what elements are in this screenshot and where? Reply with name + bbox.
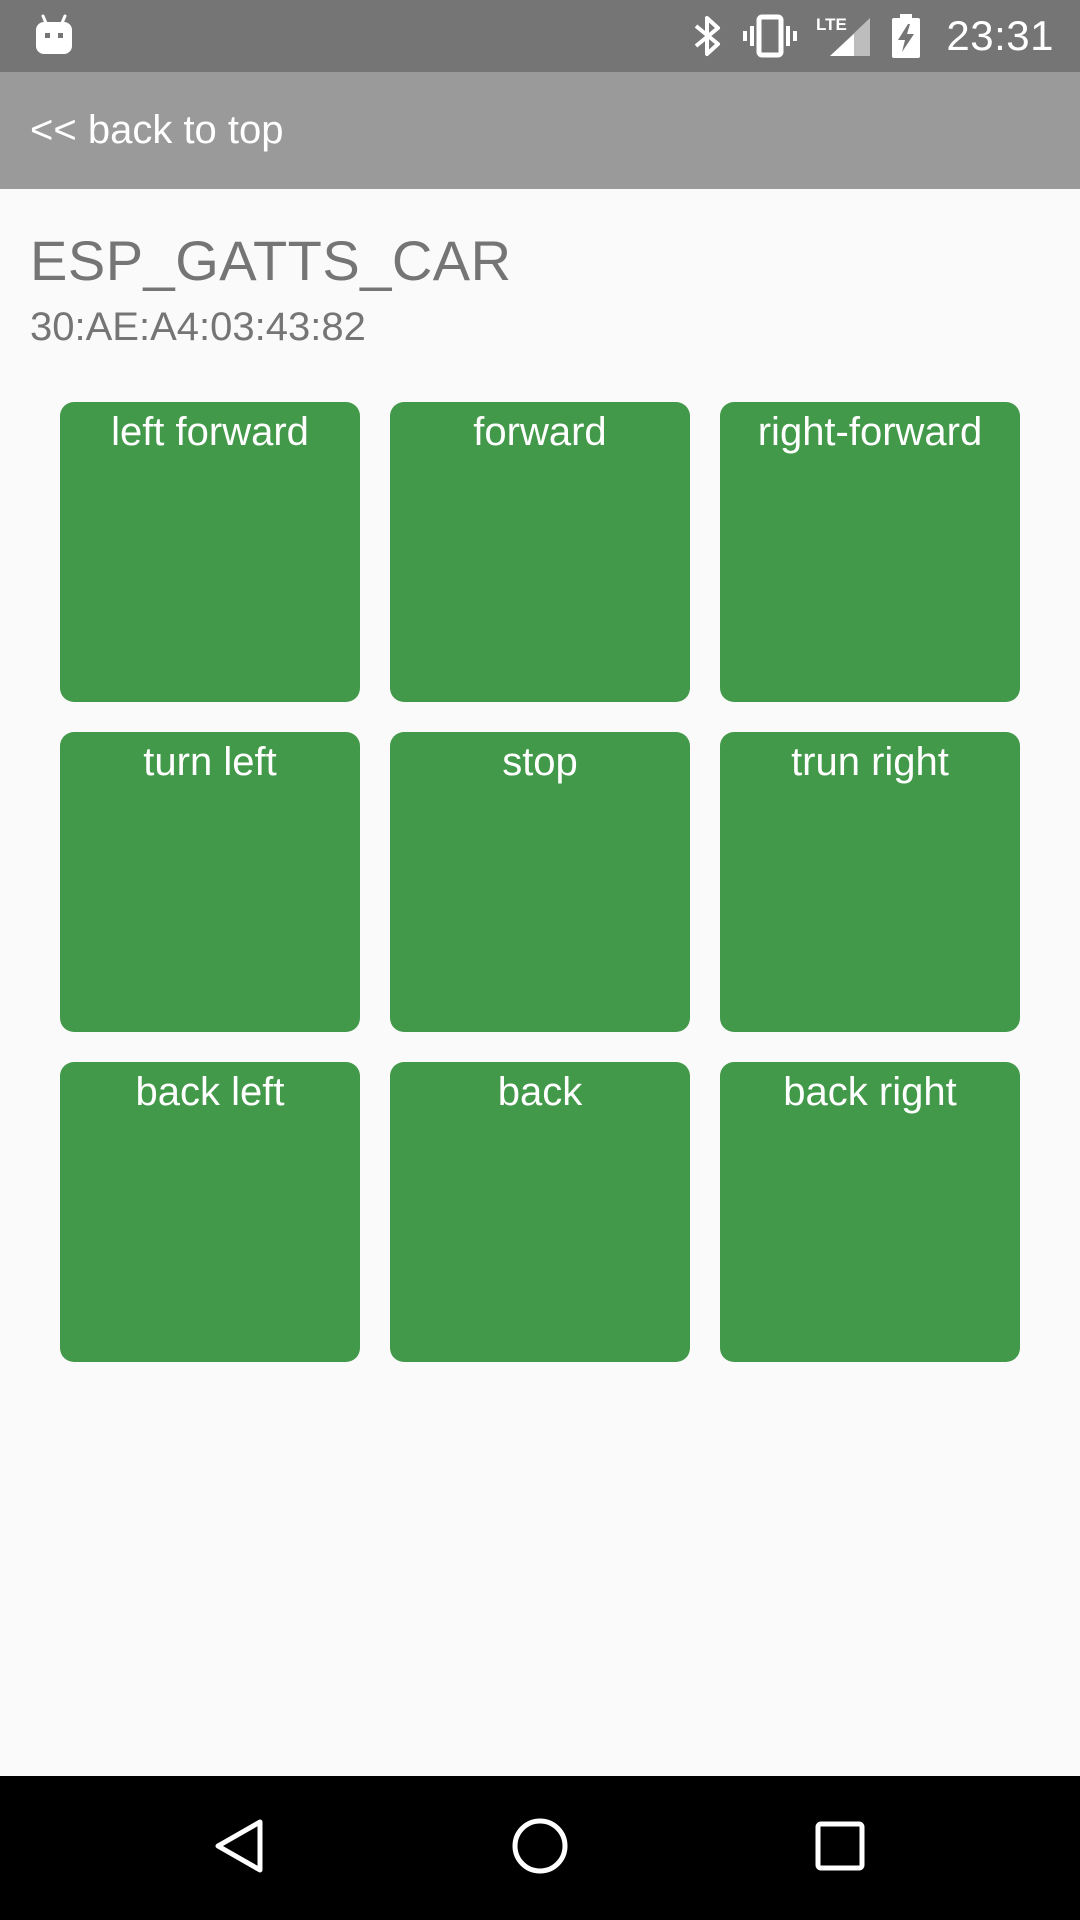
- stop-button[interactable]: stop: [390, 732, 690, 1032]
- back-triangle-icon: [210, 1816, 270, 1881]
- back-button[interactable]: back: [390, 1062, 690, 1362]
- status-icons: LTE 23:31: [692, 0, 1054, 72]
- control-grid: left forward forward right-forward turn …: [60, 402, 1020, 1362]
- device-name: ESP_GATTS_CAR: [30, 229, 512, 292]
- lte-signal-icon: LTE: [816, 12, 872, 60]
- status-time: 23:31: [946, 12, 1054, 59]
- screen: LTE 23:31 << back to top ESP_GATTS_CAR 3…: [0, 0, 1080, 1920]
- forward-button[interactable]: forward: [390, 402, 690, 702]
- right-forward-button[interactable]: right-forward: [720, 402, 1020, 702]
- nav-home-button[interactable]: [480, 1776, 600, 1920]
- home-circle-icon: [510, 1816, 570, 1881]
- turn-right-button[interactable]: trun right: [720, 732, 1020, 1032]
- bluetooth-icon: [692, 12, 724, 60]
- device-address: 30:AE:A4:03:43:82: [30, 305, 366, 349]
- nav-back-button[interactable]: [180, 1776, 300, 1920]
- back-to-top-link[interactable]: << back to top: [30, 108, 284, 153]
- back-right-button[interactable]: back right: [720, 1062, 1020, 1362]
- android-debug-icon: [34, 14, 74, 56]
- action-bar: << back to top: [0, 72, 1080, 189]
- nav-recents-button[interactable]: [780, 1776, 900, 1920]
- status-bar: LTE 23:31: [0, 0, 1080, 72]
- navigation-bar: [0, 1776, 1080, 1920]
- svg-text:LTE: LTE: [816, 15, 847, 34]
- recents-square-icon: [810, 1816, 870, 1881]
- vibrate-icon: [742, 12, 798, 60]
- battery-charging-icon: [890, 12, 922, 60]
- turn-left-button[interactable]: turn left: [60, 732, 360, 1032]
- back-left-button[interactable]: back left: [60, 1062, 360, 1362]
- left-forward-button[interactable]: left forward: [60, 402, 360, 702]
